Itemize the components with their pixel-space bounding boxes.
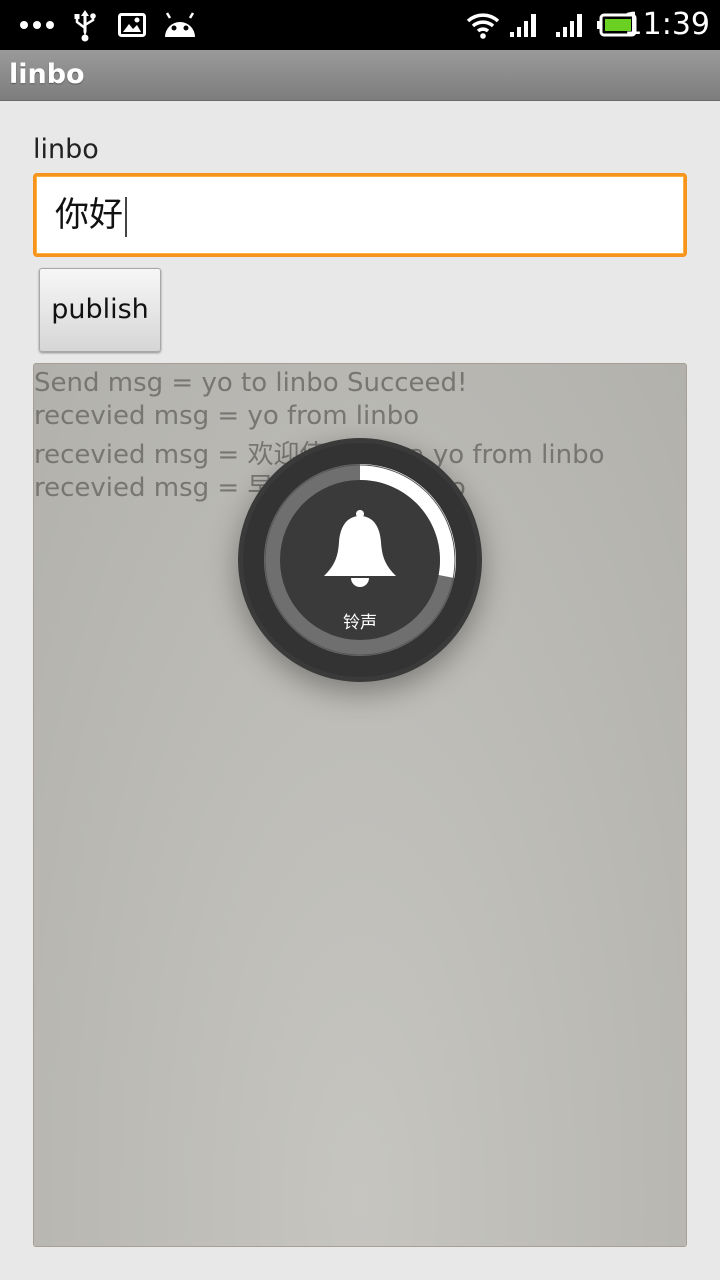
text-caret <box>125 196 127 237</box>
log-line: recevied msg = yo from linbo <box>34 401 420 431</box>
input-label: linbo <box>33 134 99 165</box>
volume-label: 铃声 <box>343 613 377 633</box>
action-bar: linbo <box>0 50 720 101</box>
volume-dial <box>238 438 482 682</box>
more-dots-icon <box>18 0 56 50</box>
wifi-icon <box>465 0 501 50</box>
usb-icon <box>72 0 98 50</box>
app-title: linbo <box>9 59 85 90</box>
image-icon <box>117 0 147 50</box>
message-input-value: 你好 <box>55 176 127 254</box>
signal-icon <box>554 0 586 50</box>
signal-icon <box>508 0 540 50</box>
clock: 11:39 <box>623 7 710 42</box>
log-line: Send msg = yo to linbo Succeed! <box>34 368 468 398</box>
android-icon <box>162 0 198 50</box>
status-bar: 11:39 <box>0 0 720 50</box>
publish-button[interactable]: publish <box>39 268 161 352</box>
message-input[interactable]: 你好 <box>33 173 687 257</box>
volume-overlay: 铃声 <box>238 438 482 682</box>
message-input-text: 你好 <box>55 195 123 235</box>
